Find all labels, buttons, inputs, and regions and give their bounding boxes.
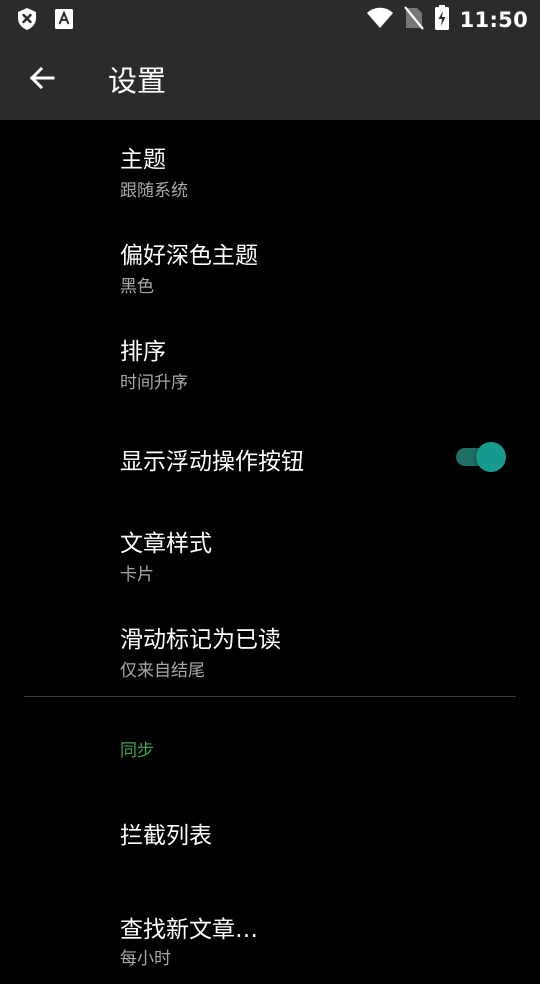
setting-summary: 时间升序 bbox=[120, 373, 188, 393]
shield-icon bbox=[16, 7, 38, 35]
wifi-icon bbox=[366, 7, 394, 33]
clock-time: 11:50 bbox=[459, 8, 528, 32]
battery-charging-icon bbox=[434, 5, 450, 35]
setting-sort-order[interactable]: 排序 时间升序 bbox=[0, 312, 540, 408]
setting-title: 文章样式 bbox=[120, 531, 212, 557]
arrow-back-icon bbox=[29, 66, 55, 90]
setting-summary: 跟随系统 bbox=[120, 181, 188, 201]
settings-list: 主题 跟随系统 偏好深色主题 黑色 排序 时间升序 显示浮动操作按钮 文章样式 … bbox=[0, 120, 540, 969]
section-divider bbox=[24, 696, 516, 697]
setting-summary: 每小时 bbox=[120, 949, 171, 969]
no-sim-icon bbox=[403, 6, 424, 34]
setting-summary: 仅来自结尾 bbox=[120, 661, 205, 681]
setting-dark-theme[interactable]: 偏好深色主题 黑色 bbox=[0, 216, 540, 312]
setting-title: 排序 bbox=[120, 339, 166, 365]
switch-thumb bbox=[476, 442, 506, 472]
setting-title: 主题 bbox=[120, 147, 166, 173]
setting-show-fab[interactable]: 显示浮动操作按钮 bbox=[0, 408, 540, 504]
setting-summary: 卡片 bbox=[120, 565, 154, 585]
setting-title: 显示浮动操作按钮 bbox=[120, 449, 304, 475]
setting-swipe-mark-read[interactable]: 滑动标记为已读 仅来自结尾 bbox=[0, 600, 540, 696]
setting-article-style[interactable]: 文章样式 卡片 bbox=[0, 504, 540, 600]
setting-sync-frequency[interactable]: 查找新文章… 每小时 bbox=[0, 888, 540, 984]
font-notification-icon bbox=[54, 8, 74, 34]
setting-theme[interactable]: 主题 跟随系统 bbox=[0, 120, 540, 216]
status-bar: 11:50 bbox=[0, 0, 540, 38]
section-header-sync: 同步 bbox=[120, 741, 154, 761]
page-title: 设置 bbox=[108, 64, 167, 98]
setting-title: 偏好深色主题 bbox=[120, 243, 258, 269]
setting-title: 拦截列表 bbox=[120, 823, 212, 849]
setting-title: 滑动标记为已读 bbox=[120, 627, 281, 653]
back-button[interactable] bbox=[24, 60, 60, 96]
setting-blocklist[interactable]: 拦截列表 bbox=[0, 790, 540, 870]
app-bar: 设置 bbox=[0, 38, 540, 120]
setting-summary: 黑色 bbox=[120, 277, 154, 297]
setting-title: 查找新文章… bbox=[120, 917, 258, 943]
fab-toggle-switch[interactable] bbox=[452, 440, 508, 472]
